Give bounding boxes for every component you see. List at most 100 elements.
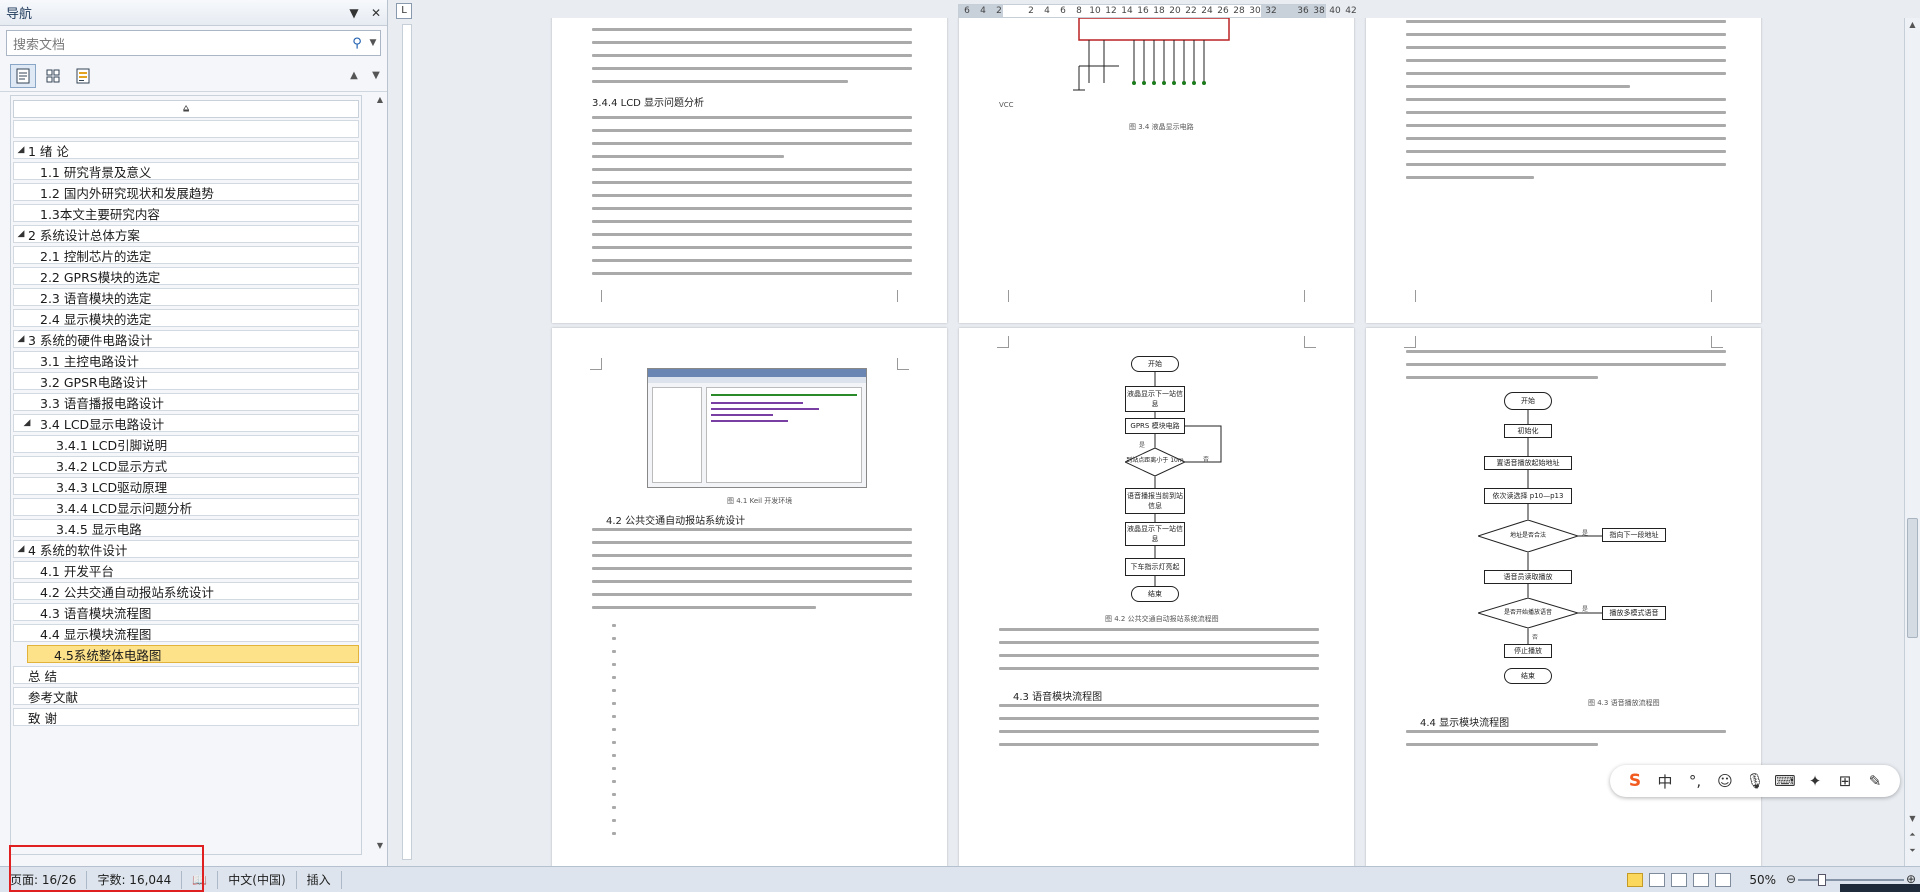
- heading-item[interactable]: 1.2 国内外研究现状和发展趋势: [13, 183, 359, 201]
- zoom-out-icon[interactable]: ⊖: [1786, 872, 1796, 886]
- nav-menu-dropdown-icon[interactable]: ▼: [343, 6, 365, 20]
- section-heading: 3.4.4 LCD 显示问题分析: [592, 98, 705, 109]
- word-count[interactable]: 字数: 16,044: [87, 870, 183, 889]
- heading-label: 致 谢: [28, 710, 57, 726]
- collapse-triangle-icon[interactable]: ◢: [14, 229, 28, 239]
- search-input[interactable]: 搜索文档: [7, 34, 348, 53]
- draft-view-icon[interactable]: [1715, 872, 1731, 887]
- scroll-thumb[interactable]: [1907, 518, 1918, 638]
- heading-item[interactable]: 致 谢: [13, 708, 359, 726]
- heading-item[interactable]: 参考文献: [13, 687, 359, 705]
- collapse-all-icon[interactable]: ⩠: [13, 100, 359, 118]
- collapse-triangle-icon[interactable]: ◢: [14, 334, 28, 344]
- heading-item[interactable]: 2.1 控制芯片的选定: [13, 246, 359, 264]
- heading-item[interactable]: ◢ 3 系统的硬件电路设计: [13, 330, 359, 348]
- emoji-icon[interactable]: ☺: [1710, 772, 1740, 790]
- skin-icon[interactable]: ✦: [1800, 772, 1830, 790]
- heading-item[interactable]: ◢ 2 系统设计总体方案: [13, 225, 359, 243]
- heading-item[interactable]: 3.3 语音播报电路设计: [13, 393, 359, 411]
- zoom-level[interactable]: 50%: [1734, 873, 1782, 887]
- nav-close-icon[interactable]: ✕: [365, 6, 387, 20]
- language-indicator[interactable]: 中文(中国): [218, 870, 297, 889]
- outline-view-icon[interactable]: [1693, 872, 1709, 887]
- flow-step: 语音播报当前到站信息: [1125, 488, 1185, 514]
- heading-label: 2.2 GPRS模块的选定: [40, 269, 161, 285]
- prev-heading-arrow-icon[interactable]: ▲: [343, 70, 365, 81]
- heading-item[interactable]: 1.1 研究背景及意义: [13, 162, 359, 180]
- insert-mode-indicator[interactable]: 插入: [297, 870, 342, 889]
- tab-headings[interactable]: [10, 63, 36, 88]
- document-canvas[interactable]: 3.4.4 LCD 显示问题分析 VCC 图 3.4 液晶显示电路 图 4.1 …: [540, 18, 1916, 866]
- print-layout-view-icon[interactable]: [1627, 872, 1643, 887]
- heading-item[interactable]: ◢ 3.4 LCD显示电路设计: [13, 414, 359, 432]
- mic-icon[interactable]: 🎙: [1740, 772, 1770, 790]
- heading-label: 参考文献: [28, 689, 79, 705]
- heading-item[interactable]: 总 结: [13, 666, 359, 684]
- vertical-ruler[interactable]: [402, 24, 412, 860]
- full-screen-reading-view-icon[interactable]: [1649, 872, 1665, 887]
- flow-end: 结束: [1504, 668, 1552, 684]
- figure-caption: 图 4.3 语音播放流程图: [1588, 699, 1660, 707]
- collapse-triangle-icon[interactable]: ◢: [14, 544, 28, 554]
- collapse-triangle-icon[interactable]: ◢: [14, 145, 28, 155]
- page-bottom-left[interactable]: 图 4.1 Keil 开发环境 4.2 公共交通自动报站系统设计: [552, 328, 947, 866]
- document-scrollbar[interactable]: ▲ ▼ ⏶ ⏷: [1904, 18, 1920, 866]
- next-page-icon[interactable]: ⏷: [1905, 844, 1920, 858]
- scroll-up-icon[interactable]: ▲: [1905, 18, 1920, 32]
- tab-results[interactable]: [70, 64, 96, 88]
- heading-item[interactable]: 3.1 主控电路设计: [13, 351, 359, 369]
- page-bottom-middle[interactable]: 开始 液晶显示下一站信息 GPRS 模块电路 到站点距离小于 10m 是 否 语…: [959, 328, 1354, 866]
- heading-item[interactable]: 3.4.5 显示电路: [13, 519, 359, 537]
- heading-item[interactable]: 3.4.3 LCD驱动原理: [13, 477, 359, 495]
- heading-item[interactable]: 2.3 语音模块的选定: [13, 288, 359, 306]
- heading-item[interactable]: 2.4 显示模块的选定: [13, 309, 359, 327]
- ruler-tick-label: 32: [1265, 6, 1277, 16]
- page-top-middle[interactable]: VCC 图 3.4 液晶显示电路: [959, 18, 1354, 323]
- ime-toolbar[interactable]: S 中 °, ☺ 🎙 ⌨ ✦ ⊞ ✎: [1610, 765, 1900, 797]
- tab-pages[interactable]: [40, 64, 66, 88]
- heading-item[interactable]: 4.4 显示模块流程图: [13, 624, 359, 642]
- ruler-toggle-button[interactable]: L: [396, 3, 412, 19]
- heading-item[interactable]: 3.4.2 LCD显示方式: [13, 456, 359, 474]
- ruler-tick-label: 14: [1121, 6, 1133, 16]
- heading-item[interactable]: 1.3本文主要研究内容: [13, 204, 359, 222]
- heading-item[interactable]: 3.4.1 LCD引脚说明: [13, 435, 359, 453]
- page-top-left[interactable]: 3.4.4 LCD 显示问题分析: [552, 18, 947, 323]
- heading-item[interactable]: 4.5系统整体电路图: [27, 645, 359, 663]
- page-top-right[interactable]: [1366, 18, 1761, 323]
- prev-page-icon[interactable]: ⏶: [1905, 828, 1920, 842]
- ime-logo-icon[interactable]: S: [1620, 771, 1650, 791]
- scroll-down-icon[interactable]: ▼: [1905, 812, 1920, 826]
- heading-item[interactable]: 4.3 语音模块流程图: [13, 603, 359, 621]
- taskbar-edge: [1840, 884, 1920, 892]
- search-box[interactable]: 搜索文档 ⚲ ▼: [6, 30, 381, 56]
- page-count[interactable]: 页面: 16/26: [0, 870, 88, 889]
- heading-item[interactable]: 4.1 开发平台: [13, 561, 359, 579]
- blank-heading-row[interactable]: [13, 120, 359, 138]
- search-icon[interactable]: ⚲: [348, 36, 366, 51]
- ime-punctuation-toggle[interactable]: °,: [1680, 772, 1710, 790]
- flow-decision-label: 地址是否合法: [1509, 532, 1546, 539]
- grid-icon[interactable]: ⊞: [1830, 772, 1860, 790]
- heading-item[interactable]: 3.4.4 LCD显示问题分析: [13, 498, 359, 516]
- nav-scrollbar[interactable]: ▲ ▼: [373, 95, 387, 855]
- collapse-triangle-icon[interactable]: ◢: [20, 418, 34, 428]
- zoom-slider-knob[interactable]: [1817, 873, 1826, 886]
- heading-item[interactable]: 4.2 公共交通自动报站系统设计: [13, 582, 359, 600]
- heading-item[interactable]: ◢ 4 系统的软件设计: [13, 540, 359, 558]
- nav-scroll-down-icon[interactable]: ▼: [373, 841, 387, 855]
- next-heading-arrow-icon[interactable]: ▼: [365, 70, 387, 81]
- ime-language-toggle[interactable]: 中: [1650, 771, 1680, 792]
- heading-item[interactable]: ◢ 1 绪 论: [13, 141, 359, 159]
- keyboard-icon[interactable]: ⌨: [1770, 772, 1800, 790]
- horizontal-ruler[interactable]: 6 4 2 2 4 6 8 10 12 14 16 18 20 22 24 26 28 30 32 36 38 40 42: [958, 4, 1357, 18]
- heading-item[interactable]: 3.2 GPSR电路设计: [13, 372, 359, 390]
- tools-icon[interactable]: ✎: [1860, 772, 1890, 790]
- heading-item[interactable]: 2.2 GPRS模块的选定: [13, 267, 359, 285]
- flow-step: 液晶显示下一站信息: [1125, 386, 1185, 412]
- web-layout-view-icon[interactable]: [1671, 872, 1687, 887]
- ruler-tick-label: 22: [1185, 6, 1197, 16]
- proofing-icon[interactable]: 📖: [182, 870, 219, 889]
- nav-scroll-up-icon[interactable]: ▲: [373, 95, 387, 109]
- search-options-chevron-icon[interactable]: ▼: [366, 38, 380, 48]
